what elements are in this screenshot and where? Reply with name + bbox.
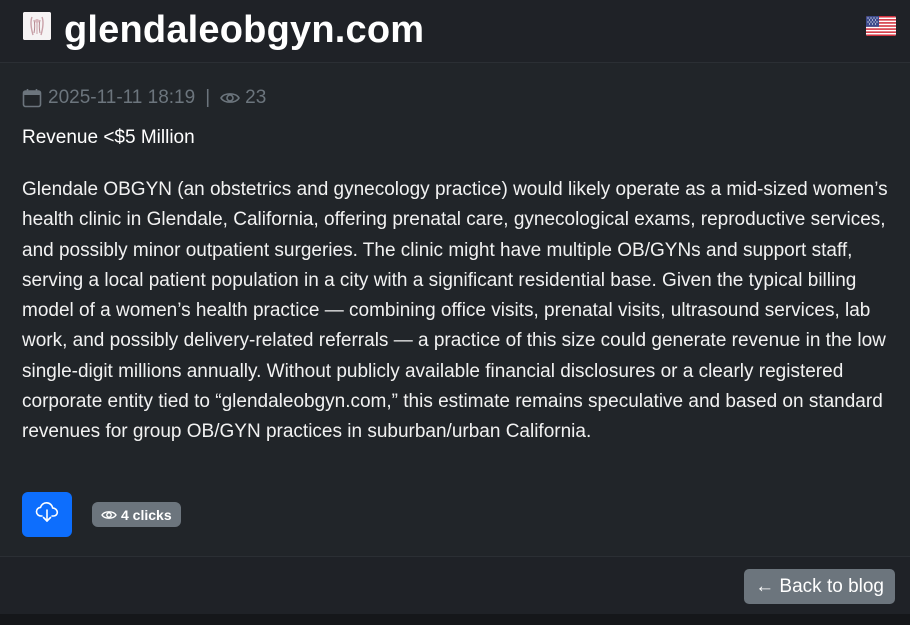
post-date: 2025-11-11 18:19 [48, 87, 196, 108]
post-description: Glendale OBGYN (an obstetrics and gyneco… [22, 179, 888, 443]
cloud-download-icon [35, 501, 59, 528]
clicks-label: 4 clicks [121, 506, 172, 523]
site-title: glendaleobgyn.com [64, 9, 425, 51]
us-flag-icon [866, 16, 896, 36]
eye-icon [101, 510, 117, 519]
post-meta: 2025-11-11 18:19 | 23 [22, 85, 266, 111]
clinic-logo-icon [23, 12, 51, 40]
revenue-estimate: Revenue <$5 Million [22, 127, 195, 148]
calendar-icon [22, 88, 42, 108]
eye-icon [220, 90, 241, 106]
download-button[interactable] [22, 492, 72, 537]
post-card: glendaleobgyn.com 2025-11-11 18:19 | 23 … [0, 0, 910, 614]
card-footer: ← Back to blog [0, 556, 910, 614]
clicks-badge: 4 clicks [92, 502, 181, 527]
meta-separator: | [205, 87, 211, 108]
back-to-blog-button[interactable]: ← Back to blog [744, 569, 895, 604]
card-header: glendaleobgyn.com [0, 0, 910, 63]
view-count: 23 [245, 87, 267, 108]
